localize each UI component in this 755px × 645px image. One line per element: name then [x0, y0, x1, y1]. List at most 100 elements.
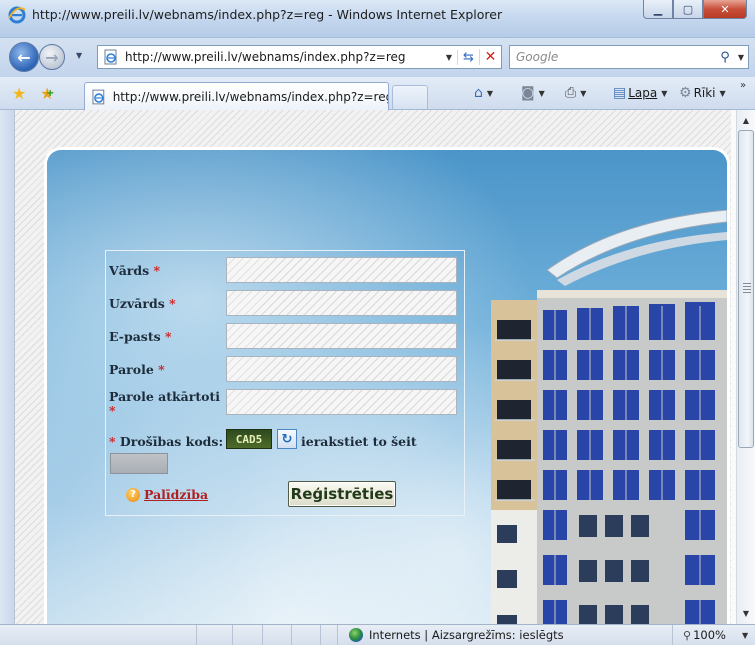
grip-icon — [743, 283, 751, 293]
chevron-down-icon: ▼ — [661, 88, 668, 98]
minimize-button[interactable]: ▁ — [643, 0, 673, 19]
stop-icon[interactable]: ✕ — [479, 49, 501, 65]
form-row-first-name: Vārds * — [106, 257, 464, 283]
status-divider — [291, 625, 292, 645]
address-url[interactable]: http://www.preili.lv/webnams/index.php?z… — [125, 50, 441, 64]
vertical-scrollbar[interactable]: ▲ ▼ — [736, 110, 755, 624]
tab-bar: ★ ★ http://www.preili.lv/webnams/index.p… — [0, 77, 755, 110]
recent-pages-dropdown-icon[interactable]: ▼ — [76, 51, 82, 60]
help-link-label[interactable]: Palīdzība — [144, 487, 208, 502]
email-label: E-pasts * — [109, 329, 172, 344]
form-row-last-name: Uzvārds * — [106, 290, 464, 316]
globe-icon — [349, 628, 363, 642]
zoom-level: 100% — [693, 628, 726, 642]
chevron-down-icon: ▼ — [486, 88, 494, 98]
feeds-button[interactable]: ◙ ▼ — [521, 85, 545, 101]
page-menu-button[interactable]: ▤ Lapa ▼ — [613, 85, 667, 101]
favorites-star-icon[interactable]: ★ — [12, 84, 26, 103]
address-dropdown-icon[interactable]: ▼ — [441, 53, 457, 62]
building-illustration — [491, 210, 727, 624]
chevron-down-icon: ▼ — [538, 88, 545, 98]
registration-panel: Vārds * Uzvārds * E-pasts * Parole * Par… — [47, 150, 727, 624]
tab-current[interactable]: http://www.preili.lv/webnams/index.php?z… — [84, 82, 389, 110]
zoom-control[interactable]: ⚲ 100% ▼ — [683, 628, 748, 642]
required-marker: * — [158, 362, 165, 377]
status-divider — [337, 625, 338, 645]
email-input[interactable] — [226, 323, 457, 349]
password-input[interactable] — [226, 356, 457, 382]
captcha-label: * Drošības kods: — [109, 434, 224, 449]
address-bar[interactable]: http://www.preili.lv/webnams/index.php?z… — [97, 45, 502, 69]
print-button[interactable]: ⎙ ▼ — [565, 85, 586, 101]
window-left-frame — [0, 110, 14, 624]
printer-icon: ⎙ — [565, 85, 577, 101]
search-input[interactable]: Google — [510, 50, 716, 64]
more-commands-icon[interactable]: » — [740, 80, 746, 91]
home-icon: ⌂ — [474, 85, 483, 101]
form-row-password-repeat: Parole atkārtoti * — [106, 389, 464, 418]
registration-form: Vārds * Uzvārds * E-pasts * Parole * Par… — [105, 250, 465, 516]
form-row-email: E-pasts * — [106, 323, 464, 349]
page-menu-icon: ▤ — [613, 85, 627, 101]
captcha-hint: ierakstiet to šeit — [301, 434, 417, 449]
status-divider — [196, 625, 197, 645]
zoom-icon: ⚲ — [683, 628, 692, 642]
add-favorites-icon[interactable]: ★ — [40, 84, 55, 103]
required-marker: * — [153, 263, 161, 278]
captcha-refresh-icon[interactable]: ↻ — [277, 429, 297, 449]
form-row-password: Parole * — [106, 356, 464, 382]
back-button[interactable]: ← — [9, 42, 39, 72]
forward-button[interactable]: → — [39, 44, 65, 70]
tools-menu-button[interactable]: ⚙ Rīki ▼ — [679, 85, 726, 101]
internet-explorer-icon — [8, 6, 26, 24]
status-bar: Internets | Aizsargrežīms: ieslēgts ⚲ 10… — [0, 624, 755, 645]
captcha-image: CAD5 — [226, 429, 272, 449]
tools-menu-label: Rīki — [693, 86, 716, 100]
captcha-row: * Drošības kods: CAD5 ↻ ierakstiet to še… — [109, 428, 461, 454]
required-marker: * — [165, 329, 172, 344]
password-repeat-input[interactable] — [226, 389, 457, 415]
refresh-icon[interactable]: ⇆ — [457, 49, 479, 65]
scroll-up-icon[interactable]: ▲ — [737, 112, 755, 129]
chevron-down-icon: ▼ — [719, 88, 726, 98]
page-menu-label: Lapa — [628, 86, 658, 100]
title-bar: http://www.preili.lv/webnams/index.php?z… — [0, 0, 755, 38]
required-marker: * — [109, 434, 116, 449]
navigation-bar: ← → ▼ http://www.preili.lv/webnams/index… — [0, 38, 755, 77]
status-divider — [320, 625, 321, 645]
security-zone-text: Internets | Aizsargrežīms: ieslēgts — [369, 628, 564, 642]
page-viewport: Vārds * Uzvārds * E-pasts * Parole * Par… — [14, 110, 755, 624]
help-icon: ? — [126, 487, 140, 502]
rss-icon: ◙ — [521, 85, 535, 101]
status-divider — [232, 625, 233, 645]
required-marker: * — [169, 296, 176, 311]
page-icon — [92, 89, 105, 104]
status-divider — [672, 625, 673, 645]
captcha-input[interactable] — [110, 453, 168, 474]
maximize-button[interactable]: ▢ — [673, 0, 703, 19]
tab-label: http://www.preili.lv/webnams/index.php?z… — [112, 89, 388, 104]
new-tab-button[interactable] — [392, 85, 428, 109]
security-zone[interactable]: Internets | Aizsargrežīms: ieslēgts — [349, 628, 564, 642]
last-name-label: Uzvārds * — [109, 296, 176, 311]
window-title: http://www.preili.lv/webnams/index.php?z… — [32, 7, 503, 22]
scrollbar-thumb[interactable] — [738, 130, 754, 448]
first-name-label: Vārds * — [109, 263, 161, 278]
search-provider-dropdown-icon[interactable]: ▼ — [734, 53, 748, 62]
search-icon[interactable]: ⚲ — [716, 50, 734, 65]
last-name-input[interactable] — [226, 290, 457, 316]
required-marker: * — [109, 403, 116, 418]
page-icon — [104, 49, 117, 65]
home-button[interactable]: ⌂ ▼ — [474, 85, 493, 101]
chevron-down-icon: ▼ — [580, 88, 587, 98]
search-box[interactable]: Google ⚲ ▼ — [509, 45, 749, 69]
scroll-down-icon[interactable]: ▼ — [737, 605, 755, 622]
password-repeat-label: Parole atkārtoti * — [109, 389, 220, 418]
password-label: Parole * — [109, 362, 165, 377]
gear-icon: ⚙ — [679, 85, 692, 101]
first-name-input[interactable] — [226, 257, 457, 283]
close-window-button[interactable]: ✕ — [703, 0, 747, 19]
help-link[interactable]: ? Palīdzība — [126, 487, 208, 502]
register-button[interactable]: Reģistrēties — [288, 481, 396, 507]
status-divider — [262, 625, 263, 645]
